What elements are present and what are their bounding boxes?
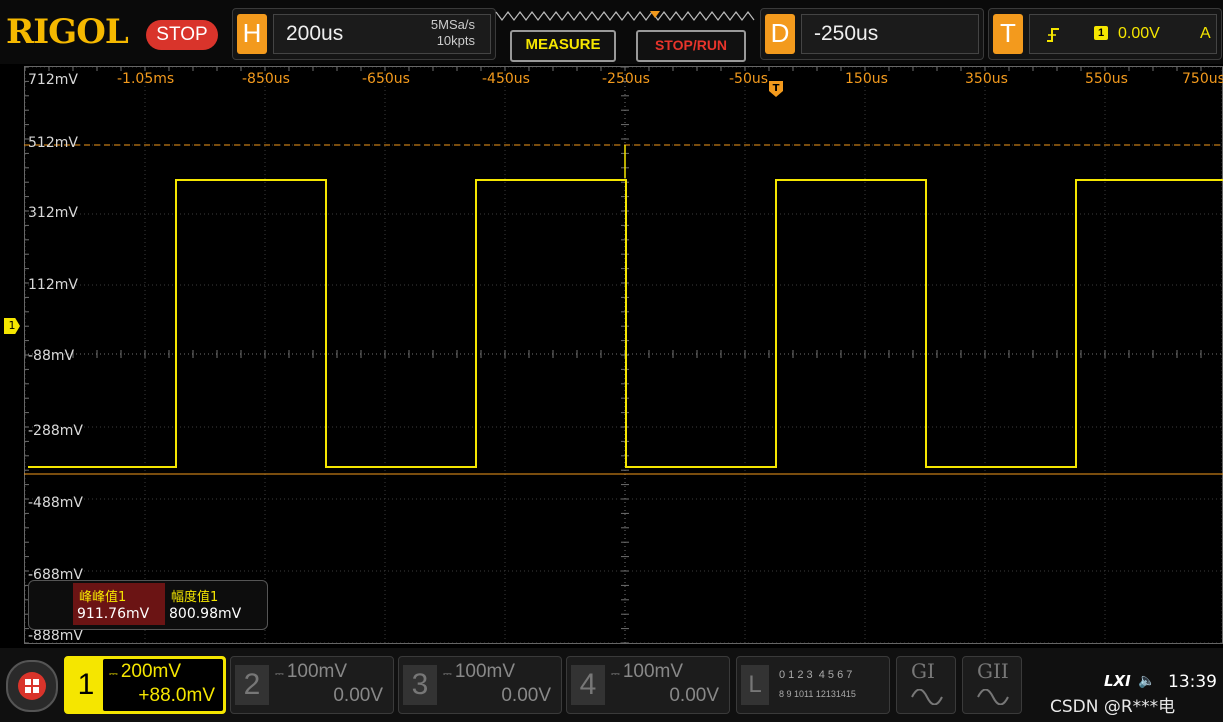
- x-tick-label: -1.05ms: [117, 71, 175, 87]
- measurement-value: 800.98mV: [169, 606, 242, 622]
- x-tick-label: 350us: [965, 71, 1008, 87]
- logic-letter: L: [741, 665, 769, 705]
- channel4-box[interactable]: 4 ⎓ 100mV 0.00V: [566, 656, 730, 714]
- brand-logo: RIGOL: [6, 12, 129, 52]
- measurement-name: 峰峰值1: [79, 590, 127, 605]
- x-tick-label: -450us: [482, 71, 530, 87]
- measure-button[interactable]: MEASURE: [510, 30, 616, 62]
- delay-letter: D: [765, 14, 795, 54]
- run-state-badge[interactable]: STOP: [146, 20, 218, 50]
- horizontal-panel[interactable]: H 200us 5MSa/s 10kpts: [232, 8, 496, 60]
- sine-wave-icon: [911, 689, 943, 705]
- x-tick-label: -650us: [362, 71, 410, 87]
- y-tick-label: -288mV: [28, 423, 83, 439]
- trigger-level: 0.00V: [1118, 25, 1160, 42]
- x-tick-label: 750us: [1182, 71, 1223, 87]
- channel1-box[interactable]: 1 ⎓ 200mV +88.0mV: [64, 656, 226, 714]
- y-tick-label: 312mV: [28, 205, 78, 221]
- y-tick-label: -88mV: [28, 348, 75, 364]
- logic-analyzer-box[interactable]: L 0 1 2 3 4 5 6 7 8 9 1011 12131415: [736, 656, 890, 714]
- logic-channels-row1: 0 1 2 3 4 5 6 7: [779, 669, 853, 681]
- channel1-scale: ⎓ 200mV: [109, 661, 182, 682]
- memory-position-bar: [495, 11, 755, 21]
- x-tick-label: 150us: [845, 71, 888, 87]
- generator2-box[interactable]: GII: [962, 656, 1022, 714]
- channel4-number: 4: [571, 665, 605, 705]
- y-tick-label: -888mV: [28, 628, 83, 644]
- y-tick-label: 512mV: [28, 135, 78, 151]
- lxi-logo: LXI: [1104, 672, 1131, 690]
- watermark-text: CSDN @R***电: [1050, 697, 1176, 717]
- x-tick-label: 550us: [1085, 71, 1128, 87]
- channel1-offset-marker[interactable]: 1: [4, 318, 20, 334]
- x-tick-label: -850us: [242, 71, 290, 87]
- svg-text:T: T: [773, 83, 780, 94]
- channel1-offset: +88.0mV: [138, 685, 215, 706]
- y-tick-label: -488mV: [28, 495, 83, 511]
- generator2-label: GII: [977, 659, 1009, 683]
- delay-field[interactable]: -250us: [801, 14, 979, 54]
- channel3-box[interactable]: 3 ⎓ 100mV 0.00V: [398, 656, 562, 714]
- channel3-number: 3: [403, 665, 437, 705]
- channel2-number: 2: [235, 665, 269, 705]
- measurement-name: 幅度值1: [171, 590, 219, 605]
- trigger-source-badge: 1: [1094, 26, 1108, 40]
- generator1-box[interactable]: GI: [896, 656, 956, 714]
- measurement-value: 911.76mV: [77, 606, 150, 622]
- channel2-offset: 0.00V: [333, 685, 383, 706]
- rising-edge-icon: [1047, 28, 1059, 42]
- trigger-mode: A: [1200, 25, 1211, 42]
- timebase-value: 200us: [286, 22, 344, 45]
- channel3-scale: ⎓ 100mV: [443, 661, 516, 682]
- channel3-offset: 0.00V: [501, 685, 551, 706]
- channel4-scale: ⎓ 100mV: [611, 661, 684, 682]
- x-tick-label: -50us: [729, 71, 769, 87]
- generator1-label: GI: [911, 659, 935, 683]
- trigger-field[interactable]: 1 0.00V A: [1029, 14, 1217, 54]
- speaker-icon[interactable]: 🔈: [1138, 673, 1155, 689]
- stop-run-button[interactable]: STOP/RUN: [636, 30, 746, 62]
- delay-panel[interactable]: D -250us: [760, 8, 984, 60]
- trigger-panel[interactable]: T 1 0.00V A: [988, 8, 1222, 60]
- trigger-letter: T: [993, 14, 1023, 54]
- y-tick-label: 112mV: [28, 277, 78, 293]
- channel2-box[interactable]: 2 ⎓ 100mV 0.00V: [230, 656, 394, 714]
- channel2-scale: ⎓ 100mV: [275, 661, 348, 682]
- sine-wave-icon: [977, 689, 1009, 705]
- measurement-panel: 峰峰值1 911.76mV 幅度值1 800.98mV: [28, 580, 268, 630]
- waveform-display[interactable]: [24, 66, 1223, 644]
- logic-channels-row2: 8 9 1011 12131415: [779, 689, 856, 699]
- x-tick-label: -250us: [602, 71, 650, 87]
- horizontal-letter: H: [237, 14, 267, 54]
- channel4-offset: 0.00V: [669, 685, 719, 706]
- main-menu-button[interactable]: [6, 660, 58, 712]
- delay-value: -250us: [814, 22, 879, 45]
- y-tick-label: 712mV: [28, 72, 78, 88]
- trigger-time-marker-icon: T: [769, 81, 783, 97]
- trigger-position-marker: [650, 11, 660, 18]
- sample-rate: 5MSa/s: [430, 17, 475, 32]
- grid-menu-icon: [18, 672, 46, 700]
- memory-depth: 10kpts: [436, 33, 475, 48]
- clock-time: 13:39: [1168, 672, 1217, 692]
- channel1-number: 1: [69, 665, 103, 705]
